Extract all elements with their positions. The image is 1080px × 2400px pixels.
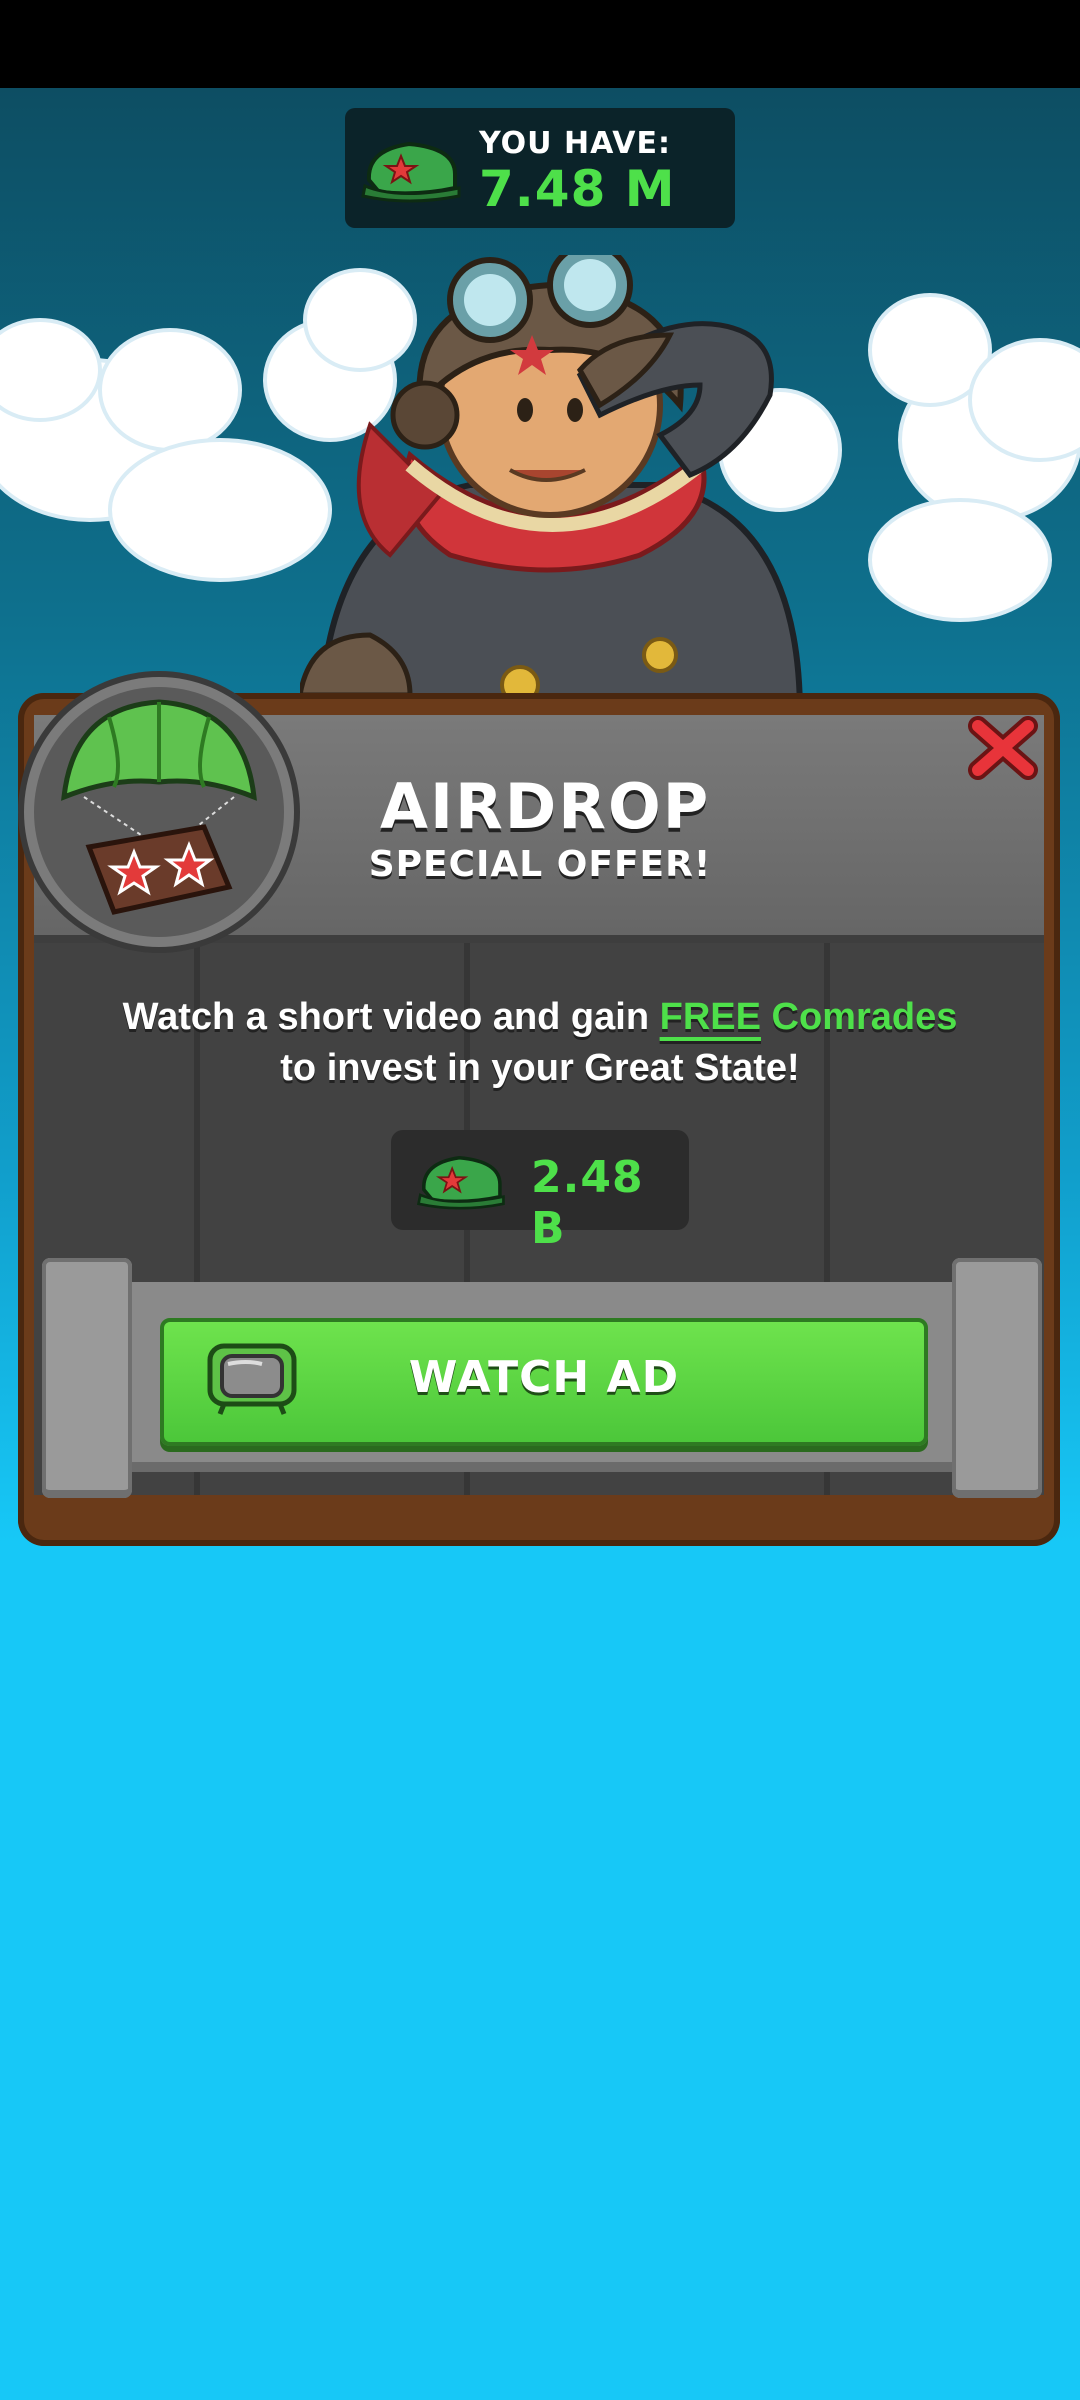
tray-bracket-left	[42, 1258, 132, 1498]
reward-display: 2.48 B	[391, 1130, 689, 1254]
close-button[interactable]	[968, 716, 1038, 780]
comrade-cap-icon	[361, 141, 461, 203]
description-text: Watch a short video and gain	[122, 996, 660, 1038]
description-free: FREE	[659, 996, 761, 1038]
offer-description: Watch a short video and gain FREE Comrad…	[60, 992, 1020, 1094]
watch-ad-button[interactable]: WATCH AD	[160, 1318, 928, 1446]
balance-label: YOU HAVE:	[479, 126, 671, 161]
status-bar	[0, 0, 1080, 88]
tray-bracket-right	[952, 1258, 1042, 1498]
description-comrades: Comrades	[760, 996, 958, 1038]
close-icon	[968, 716, 1038, 780]
reward-amount: 2.48 B	[531, 1152, 644, 1254]
pilot-character-illustration	[300, 255, 804, 715]
balance-amount: 7.48 M	[479, 160, 676, 218]
description-text-line2: to invest in your Great State!	[280, 1047, 800, 1089]
comrade-cap-icon	[416, 1155, 505, 1210]
airdrop-badge	[34, 687, 284, 937]
offer-title: AIRDROP	[380, 770, 711, 843]
backdrop	[0, 1543, 1080, 2400]
airdrop-crate-icon	[61, 699, 257, 915]
balance-display: YOU HAVE: 7.48 M	[345, 108, 735, 228]
watch-ad-label: WATCH AD	[408, 1352, 680, 1403]
offer-subtitle: SPECIAL OFFER!	[368, 844, 712, 885]
